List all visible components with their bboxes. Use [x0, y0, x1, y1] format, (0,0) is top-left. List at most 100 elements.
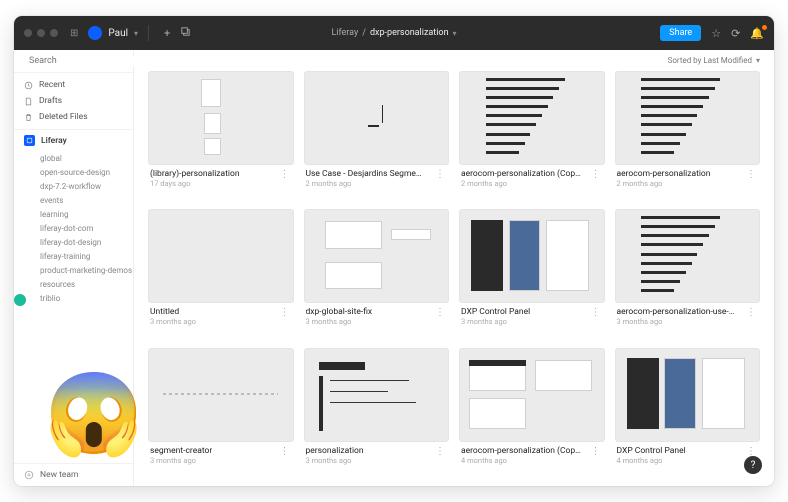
- file-date: 3 months ago: [150, 317, 196, 326]
- app-window: ⊞ Paul ▾ + Liferay / dxp-personalization…: [14, 16, 774, 486]
- file-thumbnail[interactable]: [459, 71, 605, 165]
- more-icon[interactable]: ⋮: [433, 446, 447, 457]
- more-icon[interactable]: ⋮: [433, 307, 447, 318]
- share-button[interactable]: Share: [660, 25, 701, 41]
- breadcrumb[interactable]: Liferay / dxp-personalization ▾: [331, 28, 456, 38]
- file-thumbnail[interactable]: [304, 71, 450, 165]
- star-icon[interactable]: ☆: [711, 27, 721, 40]
- project-item[interactable]: resources: [40, 277, 133, 291]
- window-controls[interactable]: [24, 29, 58, 37]
- file-thumbnail[interactable]: [615, 209, 761, 303]
- file-card: aerocom-personalization2 months ago ⋮: [615, 71, 761, 199]
- project-item[interactable]: triblio: [40, 291, 133, 305]
- file-thumbnail[interactable]: [459, 348, 605, 442]
- file-date: 2 months ago: [306, 179, 426, 188]
- file-thumbnail[interactable]: [148, 348, 294, 442]
- nav-deleted[interactable]: Deleted Files: [14, 109, 133, 125]
- project-item[interactable]: liferay-training: [40, 249, 133, 263]
- nav-drafts[interactable]: Drafts: [14, 93, 133, 109]
- sort-row[interactable]: Sorted by Last Modified ▾: [134, 50, 774, 67]
- more-icon[interactable]: ⋮: [278, 446, 292, 457]
- close-dot[interactable]: [24, 29, 32, 37]
- project-item[interactable]: dxp-7.2-workflow: [40, 179, 133, 193]
- file-card: Untitled3 months ago ⋮: [148, 209, 294, 337]
- file-thumbnail[interactable]: [459, 209, 605, 303]
- project-item[interactable]: global: [40, 151, 133, 165]
- file-name: Untitled: [150, 307, 196, 317]
- nav-label: Drafts: [39, 96, 62, 106]
- new-team-button[interactable]: New team: [14, 463, 133, 486]
- project-item[interactable]: product-marketing-demos: [40, 263, 133, 277]
- chevron-down-icon: ▾: [756, 56, 760, 65]
- file-thumbnail[interactable]: [148, 209, 294, 303]
- more-icon[interactable]: ⋮: [744, 446, 758, 457]
- file-date: 2 months ago: [617, 179, 711, 188]
- more-icon[interactable]: ⋮: [744, 169, 758, 180]
- file-thumbnail[interactable]: [615, 348, 761, 442]
- breadcrumb-sep: /: [362, 28, 366, 38]
- file-thumbnail[interactable]: [304, 348, 450, 442]
- more-icon[interactable]: ⋮: [589, 307, 603, 318]
- plus-circle-icon: [24, 470, 34, 480]
- file-card: aerocom-personalization (Copy)2 months a…: [459, 71, 605, 199]
- file-date: 2 months ago: [461, 179, 581, 188]
- notification-dot: [762, 25, 767, 30]
- user-name: Paul: [108, 28, 128, 39]
- more-icon[interactable]: ⋮: [278, 307, 292, 318]
- file-name: aerocom-personalization (Copy): [461, 169, 581, 179]
- more-icon[interactable]: ⋮: [589, 169, 603, 180]
- file-date: 3 months ago: [617, 317, 737, 326]
- bell-icon[interactable]: 🔔: [750, 27, 764, 40]
- file-thumbnail[interactable]: [148, 71, 294, 165]
- file-date: 3 months ago: [306, 456, 364, 465]
- clock-icon: [24, 81, 33, 90]
- max-dot[interactable]: [50, 29, 58, 37]
- file-thumbnail[interactable]: [615, 71, 761, 165]
- file-name: personalization: [306, 446, 364, 456]
- avatar: [88, 26, 102, 40]
- file-thumbnail[interactable]: [304, 209, 450, 303]
- more-icon[interactable]: ⋮: [433, 169, 447, 180]
- sort-label: Sorted by Last Modified: [668, 56, 752, 65]
- file-card: DXP Control Panel4 months ago ⋮: [615, 348, 761, 476]
- file-date: 3 months ago: [306, 317, 373, 326]
- team-name: Liferay: [41, 136, 67, 146]
- help-button[interactable]: ?: [744, 456, 762, 474]
- titlebar-right: Share ☆ ⟳ 🔔: [660, 25, 764, 41]
- project-item[interactable]: liferay-dot-design: [40, 235, 133, 249]
- add-button[interactable]: +: [159, 24, 175, 43]
- file-card: dxp-global-site-fix3 months ago⋮: [304, 209, 450, 337]
- file-name: aerocom-personalization: [617, 169, 711, 179]
- file-date: 17 days ago: [150, 179, 240, 188]
- more-icon[interactable]: ⋮: [278, 169, 292, 180]
- file-name: segment-creator: [150, 446, 212, 456]
- apps-grid-icon[interactable]: ⊞: [70, 28, 78, 39]
- import-icon[interactable]: [175, 23, 196, 43]
- project-item[interactable]: events: [40, 193, 133, 207]
- project-item[interactable]: liferay-dot-com: [40, 221, 133, 235]
- search-row[interactable]: [14, 50, 133, 73]
- search-input[interactable]: [29, 56, 143, 66]
- user-menu[interactable]: Paul ▾: [88, 26, 138, 40]
- file-name: DXP Control Panel: [617, 446, 686, 456]
- file-name: aerocom-personalization (Copy): [461, 446, 581, 456]
- more-icon[interactable]: ⋮: [744, 307, 758, 318]
- nav-label: Deleted Files: [39, 112, 88, 122]
- team-row[interactable]: Liferay: [14, 130, 133, 151]
- project-item[interactable]: open-source-design: [40, 165, 133, 179]
- file-date: 3 months ago: [461, 317, 530, 326]
- refresh-icon[interactable]: ⟳: [731, 27, 740, 40]
- nav-recent[interactable]: Recent: [14, 77, 133, 93]
- project-item[interactable]: learning: [40, 207, 133, 221]
- breadcrumb-team: Liferay: [331, 28, 358, 38]
- file-name: aerocom-personalization-use-cases…: [617, 307, 737, 317]
- min-dot[interactable]: [37, 29, 45, 37]
- file-date: 4 months ago: [617, 456, 686, 465]
- breadcrumb-project: dxp-personalization: [370, 28, 449, 38]
- file-name: (library)-personalization: [150, 169, 240, 179]
- titlebar: ⊞ Paul ▾ + Liferay / dxp-personalization…: [14, 16, 774, 50]
- file-name: DXP Control Panel: [461, 307, 530, 317]
- more-icon[interactable]: ⋮: [589, 446, 603, 457]
- file-card: personalization3 months ago ⋮: [304, 348, 450, 476]
- trash-icon: [24, 113, 33, 122]
